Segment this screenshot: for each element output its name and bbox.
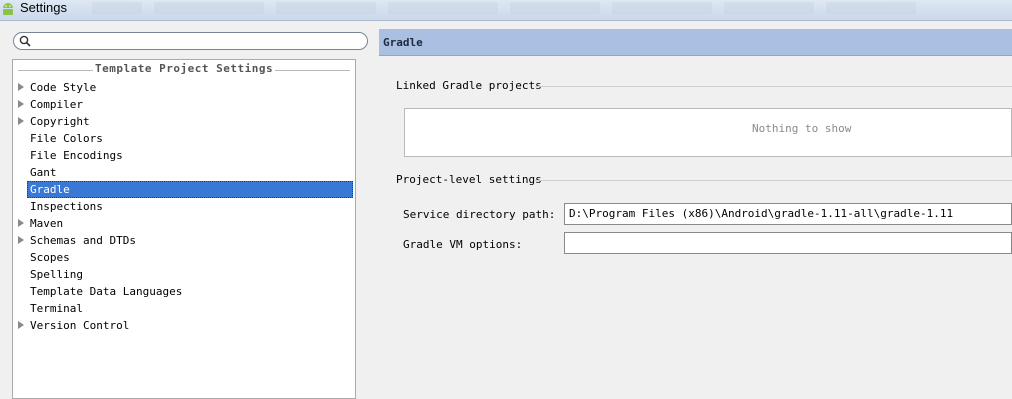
tree-item-label: Template Data Languages [30, 285, 183, 298]
tree-item[interactable]: Maven [13, 215, 355, 232]
linked-projects-title: Linked Gradle projects [396, 79, 542, 92]
tree-item[interactable]: Code Style [13, 79, 355, 96]
tree-item[interactable]: Spelling [13, 266, 355, 283]
expand-arrow-icon[interactable] [18, 236, 24, 244]
tree-item-label: Gant [30, 166, 57, 179]
search-input[interactable] [34, 34, 359, 48]
tree-item-label: Schemas and DTDs [30, 234, 136, 247]
selection-highlight [27, 181, 353, 198]
expand-arrow-icon[interactable] [18, 321, 24, 329]
tree-item[interactable]: Scopes [13, 249, 355, 266]
search-icon [19, 35, 31, 47]
panel-header: Gradle [379, 29, 1012, 56]
tree-section-header: Template Project Settings [13, 62, 355, 78]
tree-item-label: Gradle [30, 183, 70, 196]
group-divider [535, 86, 1012, 87]
settings-tree[interactable]: Template Project Settings Code Style Comp… [12, 59, 356, 399]
tree-item[interactable]: Version Control [13, 317, 355, 334]
tree-item[interactable]: Inspections [13, 198, 355, 215]
tree-section-title: Template Project Settings [95, 62, 274, 75]
tree-item[interactable]: Compiler [13, 96, 355, 113]
project-level-title: Project-level settings [396, 173, 542, 186]
expand-arrow-icon[interactable] [18, 219, 24, 227]
gradle-vm-options-field[interactable] [564, 232, 1012, 254]
window-titlebar[interactable]: Settings [0, 0, 1012, 21]
tree-list: Code Style Compiler Copyright File Colors Fi… [13, 79, 355, 334]
tree-item-label: Inspections [30, 200, 103, 213]
gradle-vm-options-label: Gradle VM options: [403, 238, 523, 251]
tree-item[interactable]: File Colors [13, 130, 355, 147]
background-taskbar-tabs [92, 2, 1012, 16]
expand-arrow-icon[interactable] [18, 83, 24, 91]
panel-splitter[interactable] [369, 28, 378, 392]
gradle-settings-panel: Gradle Linked Gradle projects Nothing to… [379, 29, 1012, 392]
tree-item-label: Code Style [30, 81, 97, 94]
window-title: Settings [20, 0, 67, 15]
service-directory-field[interactable]: D:\Program Files (x86)\Android\gradle-1.… [564, 203, 1012, 225]
tree-item[interactable]: Gant [13, 164, 355, 181]
tree-item-label: Maven [30, 217, 64, 230]
tree-item[interactable]: File Encodings [13, 147, 355, 164]
service-directory-label: Service directory path: [403, 208, 556, 221]
android-icon [3, 3, 13, 15]
settings-search-box[interactable] [13, 32, 368, 50]
group-divider [535, 180, 1012, 181]
tree-item[interactable]: Gradle [13, 181, 355, 198]
tree-item-label: Terminal [30, 302, 83, 315]
tree-item[interactable]: Template Data Languages [13, 283, 355, 300]
tree-item-label: File Encodings [30, 149, 123, 162]
tree-item[interactable]: Terminal [13, 300, 355, 317]
expand-arrow-icon[interactable] [18, 100, 24, 108]
tree-item-label: File Colors [30, 132, 103, 145]
expand-arrow-icon[interactable] [18, 117, 24, 125]
tree-item-label: Compiler [30, 98, 83, 111]
tree-item-label: Version Control [30, 319, 130, 332]
tree-item-label: Spelling [30, 268, 83, 281]
tree-item[interactable]: Schemas and DTDs [13, 232, 355, 249]
tree-item-label: Copyright [30, 115, 90, 128]
linked-projects-list[interactable]: Nothing to show [404, 108, 1012, 157]
panel-title: Gradle [383, 36, 423, 49]
tree-item-label: Scopes [30, 251, 70, 264]
tree-item[interactable]: Copyright [13, 113, 355, 130]
empty-list-text: Nothing to show [752, 122, 852, 135]
